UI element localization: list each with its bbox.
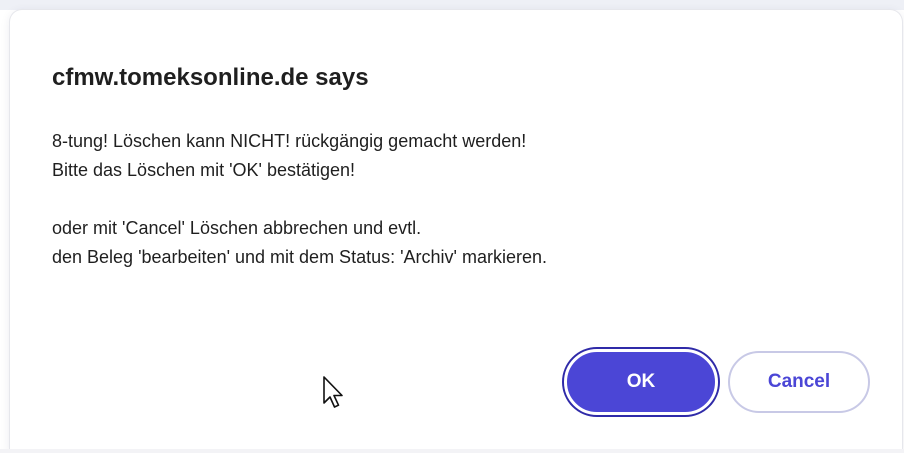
message-line <box>52 185 547 214</box>
ok-button[interactable]: OK <box>564 349 718 415</box>
dialog-message: 8-tung! Löschen kann NICHT! rückgängig g… <box>52 127 547 272</box>
confirm-dialog: cfmw.tomeksonline.de says 8-tung! Lösche… <box>10 10 902 453</box>
mouse-pointer-icon <box>323 376 343 408</box>
message-line: den Beleg 'bearbeiten' und mit dem Statu… <box>52 247 547 267</box>
page-backdrop <box>0 0 904 10</box>
dialog-title: cfmw.tomeksonline.de says <box>52 64 369 91</box>
dialog-button-row: OK Cancel <box>564 349 870 415</box>
cancel-button[interactable]: Cancel <box>728 351 870 413</box>
message-line: oder mit 'Cancel' Löschen abbrechen und … <box>52 218 422 238</box>
message-line: Bitte das Löschen mit 'OK' bestätigen! <box>52 160 356 180</box>
page-bottom-edge <box>0 449 904 453</box>
message-line: 8-tung! Löschen kann NICHT! rückgängig g… <box>52 131 527 151</box>
